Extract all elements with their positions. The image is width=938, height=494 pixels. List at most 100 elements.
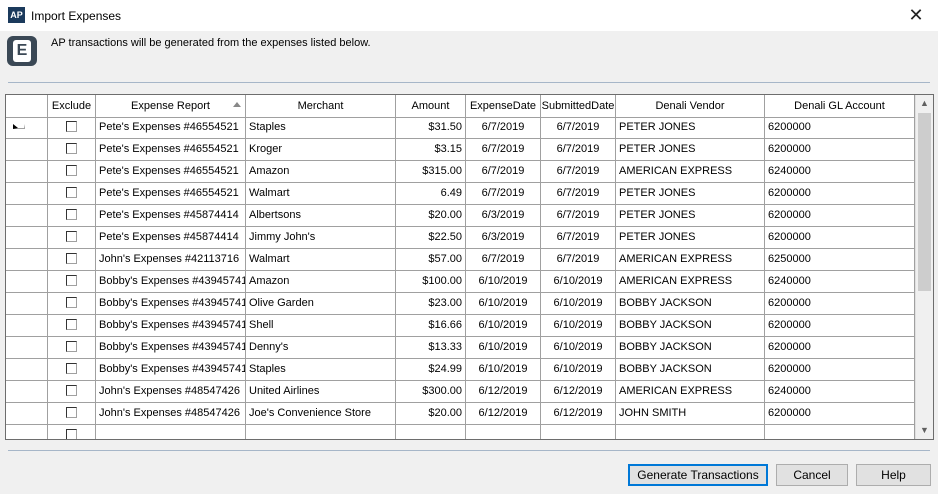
cell-denali-vendor[interactable]: AMERICAN EXPRESS (616, 249, 765, 271)
cell-expense-date[interactable]: 6/7/2019 (466, 139, 541, 161)
cell-merchant[interactable]: Shell (246, 315, 396, 337)
table-row[interactable]: Bobby's Expenses #43945741 Olive Garden $2… (6, 293, 915, 315)
cell-merchant[interactable]: Walmart (246, 183, 396, 205)
cell-expense-date[interactable]: 6/10/2019 (466, 271, 541, 293)
row-indicator[interactable] (6, 249, 48, 271)
cell-expense-report[interactable]: John's Expenses #42113716 (96, 249, 246, 271)
cell-denali-vendor[interactable]: PETER JONES (616, 117, 765, 139)
cell-expense-report[interactable]: Pete's Expenses #46554521 (96, 139, 246, 161)
exclude-checkbox[interactable] (66, 407, 77, 418)
cell-denali-vendor[interactable]: PETER JONES (616, 227, 765, 249)
cell-expense-date[interactable]: 6/7/2019 (466, 183, 541, 205)
close-button[interactable]: ✕ (894, 0, 938, 31)
table-row[interactable]: John's Expenses #48547426 United Airlines… (6, 381, 915, 403)
exclude-checkbox[interactable] (66, 319, 77, 330)
cell-amount[interactable]: $24.99 (396, 359, 466, 381)
exclude-checkbox[interactable] (66, 231, 77, 242)
cell-amount[interactable]: $315.00 (396, 161, 466, 183)
cell-denali-gl-account[interactable]: 6200000 (765, 359, 915, 381)
cell-amount[interactable] (396, 425, 466, 439)
row-indicator[interactable] (6, 161, 48, 183)
cell-merchant[interactable]: Walmart (246, 249, 396, 271)
cell-amount[interactable]: $20.00 (396, 403, 466, 425)
row-indicator[interactable] (6, 271, 48, 293)
cell-expense-report[interactable]: Pete's Expenses #46554521 (96, 161, 246, 183)
exclude-checkbox[interactable] (66, 297, 77, 308)
cell-expense-date[interactable]: 6/3/2019 (466, 227, 541, 249)
cell-denali-vendor[interactable]: BOBBY JACKSON (616, 293, 765, 315)
cell-denali-gl-account[interactable]: 6200000 (765, 403, 915, 425)
row-indicator[interactable] (6, 117, 48, 139)
column-header-exclude[interactable]: Exclude (48, 95, 96, 117)
column-header-expense-report[interactable]: Expense Report (96, 95, 246, 117)
cell-expense-date[interactable]: 6/12/2019 (466, 381, 541, 403)
cell-merchant[interactable]: United Airlines (246, 381, 396, 403)
cell-expense-report[interactable]: Bobby's Expenses #43945741 (96, 293, 246, 315)
table-row[interactable]: Pete's Expenses #45874414 Jimmy John's $22… (6, 227, 915, 249)
cell-expense-date[interactable]: 6/3/2019 (466, 205, 541, 227)
cell-denali-gl-account[interactable]: 6240000 (765, 271, 915, 293)
column-header-merchant[interactable]: Merchant (246, 95, 396, 117)
table-row[interactable]: Pete's Expenses #46554521 Walmart 6.49 6/7/… (6, 183, 915, 205)
column-header-denali-vendor[interactable]: Denali Vendor (616, 95, 765, 117)
table-row[interactable]: Bobby's Expenses #43945741 Denny's $13.33 6… (6, 337, 915, 359)
table-row[interactable]: Pete's Expenses #46554521 Staples $31.50 6/… (6, 117, 915, 139)
cell-denali-vendor[interactable]: BOBBY JACKSON (616, 337, 765, 359)
cell-denali-vendor[interactable]: BOBBY JACKSON (616, 359, 765, 381)
cell-amount[interactable]: $3.15 (396, 139, 466, 161)
cell-expense-date[interactable]: 6/10/2019 (466, 293, 541, 315)
cell-submitted-date[interactable]: 6/7/2019 (541, 183, 616, 205)
cell-expense-report[interactable]: John's Expenses #48547426 (96, 403, 246, 425)
cell-denali-gl-account[interactable]: 6200000 (765, 139, 915, 161)
new-row[interactable] (6, 425, 915, 439)
cell-expense-date[interactable]: 6/10/2019 (466, 359, 541, 381)
cell-denali-vendor[interactable]: PETER JONES (616, 183, 765, 205)
cell-merchant[interactable]: Joe's Convenience Store (246, 403, 396, 425)
exclude-checkbox[interactable] (66, 429, 77, 439)
exclude-checkbox[interactable] (66, 341, 77, 352)
cell-amount[interactable]: $23.00 (396, 293, 466, 315)
cell-expense-report[interactable]: Bobby's Expenses #43945741 (96, 271, 246, 293)
exclude-checkbox[interactable] (66, 143, 77, 154)
row-indicator[interactable] (6, 381, 48, 403)
cell-merchant[interactable]: Albertsons (246, 205, 396, 227)
cell-expense-date[interactable] (466, 425, 541, 439)
vertical-scrollbar[interactable]: ▲ ▼ (915, 95, 933, 439)
exclude-checkbox[interactable] (66, 385, 77, 396)
row-indicator[interactable] (6, 293, 48, 315)
row-indicator[interactable] (6, 183, 48, 205)
cell-denali-vendor[interactable]: BOBBY JACKSON (616, 315, 765, 337)
expenses-grid[interactable]: Exclude Expense Report Merchant Amount E… (5, 94, 934, 440)
cell-submitted-date[interactable]: 6/12/2019 (541, 403, 616, 425)
cell-merchant[interactable]: Jimmy John's (246, 227, 396, 249)
cell-denali-gl-account[interactable] (765, 425, 915, 439)
row-indicator[interactable] (6, 315, 48, 337)
cell-denali-vendor[interactable]: JOHN SMITH (616, 403, 765, 425)
scroll-down-icon[interactable]: ▼ (916, 422, 933, 439)
column-header-expense-date[interactable]: ExpenseDate (466, 95, 541, 117)
cell-denali-vendor[interactable]: AMERICAN EXPRESS (616, 381, 765, 403)
cell-merchant[interactable]: Olive Garden (246, 293, 396, 315)
cell-denali-gl-account[interactable]: 6200000 (765, 227, 915, 249)
cell-denali-vendor[interactable]: PETER JONES (616, 205, 765, 227)
cell-denali-gl-account[interactable]: 6240000 (765, 161, 915, 183)
exclude-checkbox[interactable] (66, 253, 77, 264)
row-indicator[interactable] (6, 337, 48, 359)
cell-amount[interactable]: 6.49 (396, 183, 466, 205)
cell-amount[interactable]: $31.50 (396, 117, 466, 139)
cell-expense-report[interactable]: Pete's Expenses #45874414 (96, 227, 246, 249)
cell-amount[interactable]: $22.50 (396, 227, 466, 249)
cell-denali-gl-account[interactable]: 6200000 (765, 293, 915, 315)
cell-expense-report[interactable]: Pete's Expenses #45874414 (96, 205, 246, 227)
cell-expense-report[interactable]: Pete's Expenses #46554521 (96, 183, 246, 205)
cell-denali-gl-account[interactable]: 6200000 (765, 117, 915, 139)
cell-denali-gl-account[interactable]: 6200000 (765, 337, 915, 359)
cell-denali-vendor[interactable]: AMERICAN EXPRESS (616, 161, 765, 183)
cell-expense-report[interactable]: Pete's Expenses #46554521 (96, 117, 246, 139)
cell-expense-report[interactable]: Bobby's Expenses #43945741 (96, 359, 246, 381)
cell-submitted-date[interactable]: 6/7/2019 (541, 227, 616, 249)
help-button[interactable]: Help (856, 464, 931, 486)
table-row[interactable]: Bobby's Expenses #43945741 Shell $16.66 6/1… (6, 315, 915, 337)
cell-submitted-date[interactable]: 6/7/2019 (541, 117, 616, 139)
exclude-checkbox[interactable] (66, 165, 77, 176)
